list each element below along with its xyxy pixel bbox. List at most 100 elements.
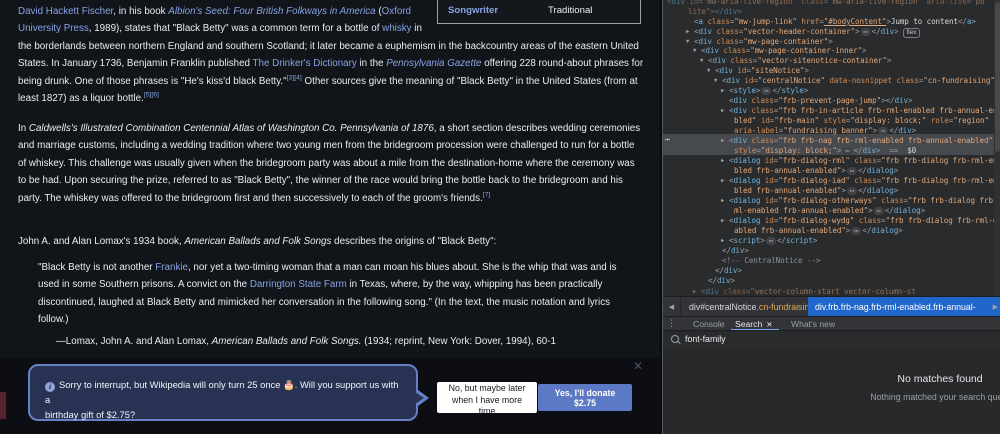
tree-row[interactable]: </div>	[722, 246, 749, 256]
expand-arrow-icon[interactable]: ▶	[721, 136, 724, 146]
tree-row[interactable]: ▶ <div class="vector-header-container"> ⋯ <…	[686, 27, 921, 38]
code-token: div	[730, 246, 745, 255]
tree-row[interactable]: ▶ <div class="frb frb-in-article frb-rml-…	[721, 106, 1000, 116]
expand-arrow-icon[interactable]: ▶	[721, 176, 724, 186]
tree-row[interactable]: <!-- CentralNotice -->	[722, 256, 820, 266]
tab-console[interactable]: Console	[693, 319, 725, 329]
tree-row[interactable]: ▶ <dialog id="frb-dialog-iad" class="frb …	[721, 176, 1000, 186]
tree-row[interactable]: bled" id="frb-main" style="display: bloc…	[734, 116, 989, 126]
code-token: id	[760, 196, 774, 205]
tree-scrollbar[interactable]	[994, 0, 1000, 296]
tree-row[interactable]: bled frb-annual-enabled"> ⋯ </dialog>	[734, 166, 898, 176]
tree-row[interactable]: ▶ <style> ⋯ </style>	[721, 86, 808, 96]
tree-row[interactable]: lite"></div>	[688, 7, 742, 17]
wiki-link[interactable]: David Hackett Fischer	[18, 6, 113, 17]
paragraph-lomax: John A. and Alan Lomax's 1934 book, Amer…	[18, 233, 644, 250]
breadcrumb-back-icon[interactable]: ◀	[663, 297, 681, 317]
code-token: "frb-prevent-page-jump"	[778, 96, 882, 105]
collapse-arrow-icon[interactable]: ▼	[693, 46, 696, 56]
donate-button[interactable]: Yes, I'll donate $2.75	[538, 384, 632, 411]
collapse-arrow-icon[interactable]: ▼	[686, 37, 689, 47]
tree-row[interactable]: style="display: block;"> ⋯ </div> == $0	[734, 146, 916, 156]
wiki-link[interactable]: Pennsylvania Gazette	[386, 58, 481, 69]
expand-arrow-icon[interactable]: ▶	[721, 236, 724, 246]
code-token: data-nosnippet	[824, 76, 892, 85]
more-options-icon[interactable]: ⋮	[667, 318, 676, 329]
wiki-link[interactable]: [4]	[294, 74, 302, 81]
wiki-link[interactable]: The Drinker's Dictionary	[253, 58, 357, 69]
inline-expand-icon[interactable]: ⋯	[851, 227, 862, 235]
code-token: div	[719, 66, 733, 75]
wiki-link[interactable]: [7]	[483, 191, 491, 198]
inline-expand-icon[interactable]: ⋯	[873, 207, 884, 215]
code-token: id	[760, 216, 774, 225]
inline-expand-icon[interactable]: ⋯	[846, 167, 857, 175]
code-token: script	[733, 236, 761, 245]
tree-row[interactable]: <div class="frb-prevent-page-jump"></div…	[729, 96, 913, 106]
wiki-link[interactable]: whisky	[382, 23, 411, 34]
tree-row[interactable]: ▶ <dialog id="frb-dialog-otherways" class…	[721, 196, 1000, 206]
donation-banner-band: ✕ i Sorry to interrupt, but Wikipedia wil…	[0, 358, 660, 434]
article-text: In	[18, 123, 29, 134]
tree-row[interactable]: aria-label="fundraising banner"> ⋯ </div>	[734, 126, 916, 136]
tree-row[interactable]: ▶ <dialog id="frb-dialog-rml" class="frb …	[721, 156, 1000, 166]
expand-arrow-icon[interactable]: ▶	[721, 216, 724, 226]
expand-arrow-icon[interactable]: ▶	[721, 86, 724, 96]
code-token: </	[776, 236, 786, 245]
selected-row-gutter-marker[interactable]: ⋯	[665, 135, 671, 144]
breadcrumb-next-icon[interactable]: ▶	[991, 297, 1000, 317]
tab-search-close-icon[interactable]: ✕	[766, 320, 772, 329]
breadcrumb-centralnotice[interactable]: div#centralNotice.cn-fundraising	[689, 297, 814, 317]
inline-expand-icon[interactable]: ⋯	[846, 187, 857, 195]
tree-scrollbar-thumb[interactable]	[995, 2, 1000, 152]
code-token: >	[920, 206, 926, 215]
wiki-link[interactable]: Albion's Seed: Four British Folkways in …	[168, 6, 375, 17]
code-token: aria-label	[734, 126, 779, 135]
search-input[interactable]: font-family	[685, 334, 726, 344]
tree-row[interactable]: ▼ <div id="centralNotice" data-nosnippet …	[714, 76, 999, 86]
search-row[interactable]: font-family	[663, 330, 1000, 348]
wiki-link[interactable]: Darrington State Farm	[250, 279, 347, 290]
tree-row[interactable]: ▶ <div class="vector-column-start vector-…	[693, 287, 916, 296]
tab-whats-new[interactable]: What's new	[791, 319, 835, 329]
tree-row[interactable]: ▼ <div id="siteNotice">	[707, 66, 809, 76]
collapse-arrow-icon[interactable]: ▼	[700, 56, 703, 66]
banner-close-button[interactable]: ✕	[630, 358, 646, 374]
tab-search[interactable]: Search ✕	[735, 319, 773, 329]
inline-expand-icon[interactable]: ⋯	[761, 87, 772, 95]
code-token: div	[698, 27, 712, 36]
tree-row[interactable]: ▼ <div class="vector-sitenotice-container…	[700, 56, 892, 66]
code-token: class	[796, 0, 824, 6]
tree-row[interactable]: <div id="mw-aria-live-region" class="mw-…	[667, 0, 985, 7]
tree-row[interactable]: ▶ <dialog id="frb-dialog-wydg" class="frb…	[721, 216, 1000, 226]
expand-arrow-icon[interactable]: ▶	[686, 27, 689, 37]
code-token: "region"	[953, 116, 989, 125]
tree-row[interactable]: ml-enabled frb-annual-enabled"> ⋯ </dialog…	[734, 206, 925, 216]
flex-badge[interactable]: flex	[902, 28, 921, 38]
inline-expand-icon[interactable]: ⋯	[842, 147, 853, 155]
tree-row[interactable]: ▼ <div class="mw-page-container-inner">	[693, 46, 867, 56]
expand-arrow-icon[interactable]: ▶	[693, 287, 696, 296]
tree-row[interactable]: ▶ <script> ⋯ </script>	[721, 236, 817, 246]
tree-row[interactable]: <a class="mw-jump-link" href="#bodyConte…	[694, 17, 976, 27]
expand-arrow-icon[interactable]: ▶	[721, 196, 724, 206]
article-text: "Black Betty is not another	[38, 262, 156, 273]
collapse-arrow-icon[interactable]: ▼	[714, 76, 717, 86]
maybe-later-button[interactable]: No, but maybe later when I have more tim…	[437, 382, 537, 416]
expand-arrow-icon[interactable]: ▶	[721, 106, 724, 116]
tree-row[interactable]: ▶ <div class="frb frb-nag frb-rml-enabled…	[721, 136, 993, 146]
collapse-arrow-icon[interactable]: ▼	[707, 66, 710, 76]
wiki-link[interactable]: Frankie	[155, 262, 188, 273]
tree-row[interactable]: abled frb-annual-enabled"> ⋯ </dialog>	[734, 226, 903, 236]
inline-expand-icon[interactable]: ⋯	[878, 127, 889, 135]
code-token: aria-live	[921, 0, 967, 6]
code-token: id	[756, 116, 770, 125]
tree-row[interactable]: bled frb-annual-enabled"> ⋯ </dialog>	[734, 186, 898, 196]
infobox-label-link[interactable]: Songwriter	[448, 5, 498, 16]
inline-expand-icon[interactable]: ⋯	[765, 237, 776, 245]
wiki-link[interactable]: [6]	[151, 92, 159, 99]
tree-row[interactable]: </div>	[708, 276, 735, 286]
inline-expand-icon[interactable]: ⋯	[860, 28, 871, 36]
tree-row[interactable]: </div>	[715, 266, 742, 276]
expand-arrow-icon[interactable]: ▶	[721, 156, 724, 166]
